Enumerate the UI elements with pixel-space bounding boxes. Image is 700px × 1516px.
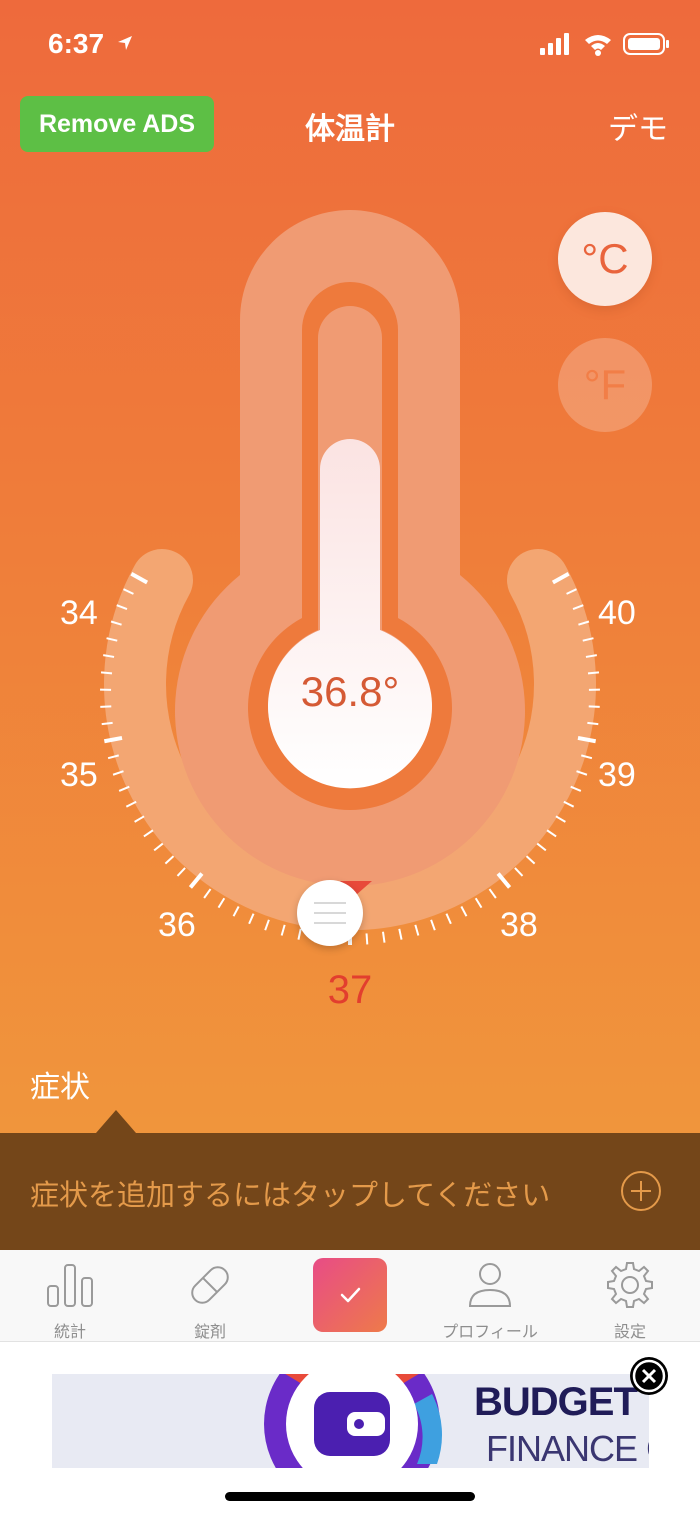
dial-tick: [474, 897, 483, 909]
tab-statistics[interactable]: 統計: [0, 1250, 140, 1342]
dial-tick: [134, 815, 145, 823]
dial-tick: [297, 928, 302, 940]
scale-label-39: 39: [598, 756, 636, 794]
tab-label-statistics: 統計: [53, 1322, 86, 1341]
dial-tick: [232, 906, 240, 917]
scale-label-40: 40: [598, 594, 636, 632]
tab-bar: 統計 錠剤 プロフィール 設定: [0, 1250, 700, 1342]
app-screen: 6:37 Remove ADS 体温計 デモ 36.8° °C °F 34 35…: [0, 0, 700, 1250]
dial-tick: [430, 919, 436, 931]
celsius-button[interactable]: °C: [558, 212, 652, 306]
tab-label-profile: プロフィール: [442, 1322, 538, 1341]
scale-label-34: 34: [60, 594, 98, 632]
dial-tick: [525, 855, 536, 865]
add-circle-icon[interactable]: [620, 1170, 662, 1212]
ad-banner[interactable]: BUDGET PLA FINANCE CO: [52, 1374, 649, 1468]
add-symptom-prompt[interactable]: 症状を追加するにはタップしてください: [30, 1172, 550, 1214]
dial-tick: [555, 815, 566, 823]
tab-label-settings: 設定: [613, 1322, 646, 1341]
ad-subline: FINANCE CO: [486, 1428, 649, 1468]
dial-tick: [143, 829, 154, 838]
dial-tick: [176, 867, 186, 877]
pill-icon: [191, 1266, 229, 1304]
home-indicator: [225, 1492, 475, 1501]
selected-scale-label: 37: [327, 968, 373, 1012]
dial-tick: [203, 888, 212, 899]
tab-pills[interactable]: 錠剤: [140, 1250, 280, 1342]
dial-tick: [365, 933, 369, 945]
tab-label-pills: 錠剤: [193, 1322, 226, 1341]
dial-tick: [488, 888, 497, 899]
dial-tick: [587, 671, 600, 675]
person-icon: [468, 1263, 512, 1307]
dial-tick: [588, 705, 600, 708]
wallet-logo-icon: [264, 1374, 443, 1468]
ad-close-icon[interactable]: [629, 1356, 669, 1396]
symptom-bar-pointer: [96, 1110, 136, 1133]
dial-tick: [217, 897, 226, 909]
dial-tick: [280, 924, 286, 936]
check-icon: [340, 1287, 361, 1303]
dial-tick: [460, 906, 468, 917]
tab-settings[interactable]: 設定: [560, 1250, 700, 1342]
dial-tick: [164, 855, 175, 865]
dial-tick: [414, 924, 420, 936]
dial-tick: [153, 842, 164, 852]
scale-label-36: 36: [158, 906, 196, 944]
tab-profile[interactable]: プロフィール: [420, 1250, 560, 1342]
symptoms-label: 症状: [30, 1070, 90, 1105]
tab-record[interactable]: [313, 1258, 387, 1332]
scale-label-35: 35: [60, 756, 98, 794]
dial-tick: [587, 721, 599, 726]
dial-tick: [125, 800, 137, 808]
dial-tick: [398, 928, 403, 940]
dial-tick: [536, 842, 547, 852]
temperature-value: 36.8°: [300, 668, 400, 715]
dial-tick: [563, 800, 575, 808]
dial-tick: [445, 913, 452, 925]
bar-chart-icon: [47, 1264, 93, 1307]
dial-tick: [381, 931, 386, 943]
fahrenheit-button[interactable]: °F: [558, 338, 652, 432]
dial-tick: [100, 705, 112, 708]
scale-label-38: 38: [500, 906, 538, 944]
dial-tick: [264, 919, 270, 931]
dial-tick: [100, 671, 113, 675]
dial-tick: [546, 829, 557, 838]
dial-tick: [101, 721, 113, 726]
dial-tick: [514, 867, 524, 877]
ad-area: BUDGET PLA FINANCE CO: [0, 1342, 700, 1516]
gear-icon: [607, 1262, 653, 1308]
dial-drag-handle[interactable]: [297, 880, 363, 946]
ad-headline: BUDGET PLA: [474, 1380, 649, 1424]
dial-tick: [248, 913, 255, 925]
